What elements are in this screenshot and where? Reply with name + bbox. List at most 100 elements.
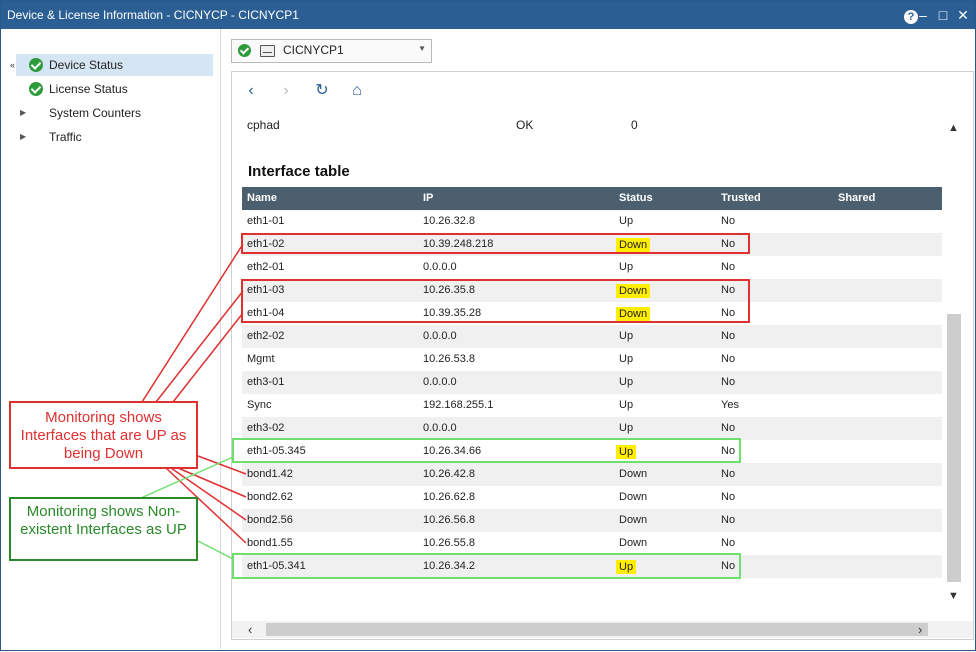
process-name: cphad — [247, 118, 280, 132]
table-row[interactable]: eth1-01 10.26.32.8 Up No — [242, 210, 942, 233]
interface-table-title: Interface table — [248, 163, 350, 180]
column-header-ip[interactable]: IP — [423, 192, 433, 204]
scroll-down-icon[interactable]: ▼ — [948, 590, 959, 602]
cell-status: Down — [619, 537, 648, 549]
cell-trusted: No — [721, 491, 736, 503]
column-header-shared[interactable]: Shared — [838, 192, 875, 204]
home-icon[interactable]: ⌂ — [348, 82, 366, 100]
minimize-icon[interactable]: – — [913, 5, 933, 25]
cell-status: Up — [619, 330, 634, 342]
sidebar-item-device-status[interactable]: Device Status — [16, 54, 213, 76]
sidebar-item-system-counters[interactable]: ▶ System Counters — [16, 102, 213, 124]
cell-ip: 10.26.53.8 — [423, 353, 475, 365]
cell-status: Up — [619, 215, 634, 227]
back-icon[interactable]: ‹ — [242, 82, 260, 100]
navigation-toolbar: ‹ › ↻ ⌂ — [232, 72, 973, 112]
refresh-icon[interactable]: ↻ — [313, 82, 331, 100]
scroll-thumb[interactable] — [947, 314, 961, 582]
scroll-up-icon[interactable]: ▲ — [948, 122, 959, 134]
cell-status: Up — [619, 353, 634, 365]
device-selector-value: CICNYCP1 — [283, 43, 344, 57]
cell-name: eth2-01 — [247, 261, 285, 273]
expand-arrow-icon[interactable]: ▶ — [20, 126, 26, 148]
cell-ip: 10.26.56.8 — [423, 514, 475, 526]
expand-arrow-icon[interactable]: ▶ — [20, 102, 26, 124]
cell-trusted: No — [721, 537, 736, 549]
cell-status: Down — [619, 491, 648, 503]
scroll-thumb[interactable] — [266, 623, 928, 636]
check-circle-icon — [29, 58, 43, 72]
cell-trusted: No — [721, 468, 736, 480]
sidebar-item-label: Device Status — [49, 58, 124, 72]
gateway-device-icon — [260, 45, 275, 57]
cell-status: Up — [619, 399, 634, 411]
cell-ip: 10.26.32.8 — [423, 215, 475, 227]
cell-name: bond1.55 — [247, 537, 293, 549]
cell-status: Up — [619, 261, 634, 273]
cell-ip: 10.26.55.8 — [423, 537, 475, 549]
table-row[interactable]: Mgmt 10.26.53.8 Up No — [242, 348, 942, 371]
cell-name: eth3-01 — [247, 376, 285, 388]
sidebar-item-license-status[interactable]: License Status — [16, 78, 213, 100]
cell-status: Down — [619, 514, 648, 526]
cell-trusted: No — [721, 353, 736, 365]
cell-trusted: No — [721, 514, 736, 526]
column-header-status[interactable]: Status — [619, 192, 653, 204]
forward-icon[interactable]: › — [277, 82, 295, 100]
table-row[interactable]: bond2.62 10.26.62.8 Down No — [242, 486, 942, 509]
cell-name: Mgmt — [247, 353, 275, 365]
cell-trusted: No — [721, 215, 736, 227]
title-bar: Device & License Information - CICNYCP -… — [1, 1, 975, 29]
vertical-scrollbar[interactable]: ▲ ▼ — [946, 120, 962, 609]
horizontal-scrollbar[interactable]: ‹ › — [232, 621, 973, 638]
cell-name: eth3-02 — [247, 422, 285, 434]
cell-trusted: No — [721, 261, 736, 273]
cell-trusted: Yes — [721, 399, 739, 411]
scroll-right-icon[interactable]: › — [918, 622, 922, 637]
table-header: Name IP Status Trusted Shared — [242, 187, 942, 210]
cell-status: Up — [619, 376, 634, 388]
process-status: OK — [516, 118, 534, 132]
sidebar-item-label: System Counters — [49, 106, 142, 120]
green-highlight-box — [232, 438, 741, 463]
device-license-window: Device & License Information - CICNYCP -… — [0, 0, 976, 651]
sidebar-item-label: License Status — [49, 82, 128, 96]
cell-ip: 192.168.255.1 — [423, 399, 494, 411]
check-circle-icon — [238, 44, 251, 57]
cell-trusted: No — [721, 376, 736, 388]
table-row[interactable]: bond1.42 10.26.42.8 Down No — [242, 463, 942, 486]
chevron-down-icon[interactable]: ▼ — [418, 44, 426, 53]
annotation-note-red: Monitoring shows Interfaces that are UP … — [9, 401, 198, 469]
device-selector[interactable]: CICNYCP1 ▼ — [231, 39, 432, 63]
cell-ip: 0.0.0.0 — [423, 376, 457, 388]
collapse-sidebar-icon[interactable]: « — [10, 60, 15, 70]
maximize-icon[interactable]: □ — [933, 5, 953, 25]
table-row[interactable]: bond2.56 10.26.56.8 Down No — [242, 509, 942, 532]
table-row[interactable]: Sync 192.168.255.1 Up Yes — [242, 394, 942, 417]
table-row[interactable]: eth2-01 0.0.0.0 Up No — [242, 256, 942, 279]
cell-name: eth2-02 — [247, 330, 285, 342]
table-row[interactable]: eth3-01 0.0.0.0 Up No — [242, 371, 942, 394]
table-row[interactable]: eth3-02 0.0.0.0 Up No — [242, 417, 942, 440]
close-icon[interactable]: ✕ — [953, 5, 973, 25]
process-row: cphad OK 0 — [232, 116, 932, 134]
cell-trusted: No — [721, 330, 736, 342]
table-row[interactable]: bond1.55 10.26.55.8 Down No — [242, 532, 942, 555]
cell-ip: 0.0.0.0 — [423, 422, 457, 434]
red-highlight-box — [241, 279, 750, 323]
cell-ip: 10.26.62.8 — [423, 491, 475, 503]
cell-status: Down — [619, 468, 648, 480]
cell-name: bond1.42 — [247, 468, 293, 480]
column-header-name[interactable]: Name — [247, 192, 277, 204]
sidebar-item-traffic[interactable]: ▶ Traffic — [16, 126, 213, 148]
check-circle-icon — [29, 82, 43, 96]
cell-status: Up — [619, 422, 634, 434]
red-highlight-box — [241, 233, 750, 254]
column-header-trusted[interactable]: Trusted — [721, 192, 761, 204]
cell-ip: 0.0.0.0 — [423, 261, 457, 273]
table-row[interactable]: eth2-02 0.0.0.0 Up No — [242, 325, 942, 348]
scroll-left-icon[interactable]: ‹ — [248, 622, 252, 637]
cell-name: bond2.62 — [247, 491, 293, 503]
green-highlight-box — [232, 553, 741, 579]
cell-name: Sync — [247, 399, 272, 411]
